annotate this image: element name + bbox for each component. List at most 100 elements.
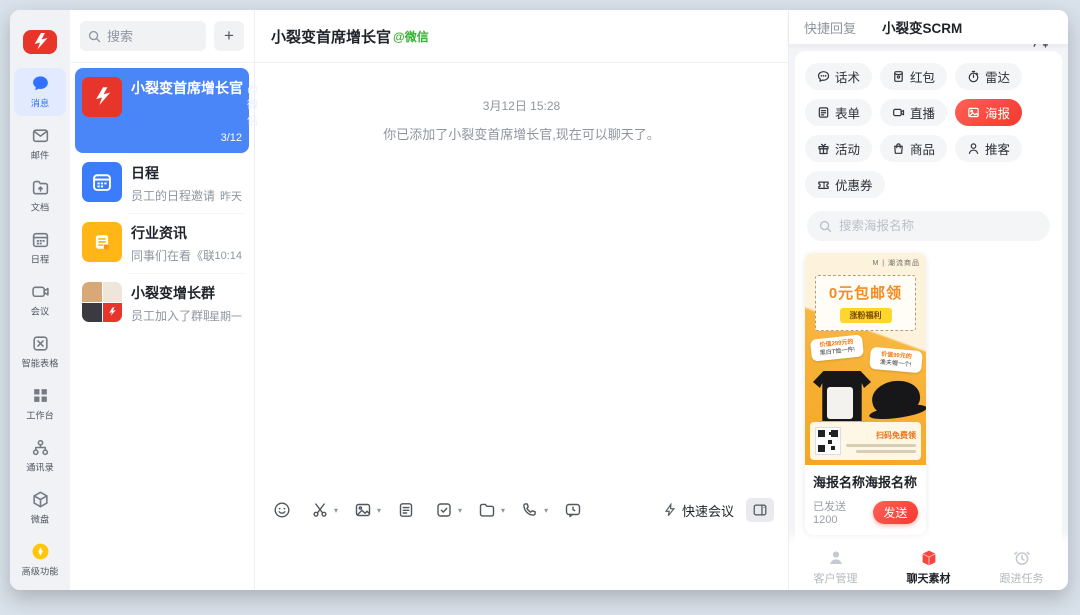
avatar (82, 77, 122, 117)
tool-coupon[interactable]: 优惠券 (805, 171, 885, 198)
tool-form[interactable]: 表单 (805, 99, 872, 126)
qr-code (815, 427, 841, 455)
poster-brand: M | 潮流商品 (872, 258, 920, 268)
sidebar-item-messages[interactable]: 消息 (14, 68, 66, 116)
sidebar-item-calendar[interactable]: 日程 (14, 224, 66, 272)
chat-time: 10:14 (214, 250, 242, 262)
poster-image-icon (967, 106, 980, 119)
new-chat-button[interactable]: + (214, 21, 244, 51)
sidebar-item-label: 消息 (31, 96, 49, 110)
drive-icon (30, 489, 50, 509)
chat-time: 星期一 (209, 308, 242, 324)
tab-quick-reply[interactable]: 快捷回复 (804, 18, 856, 37)
chat-list-item[interactable]: 小裂变首席增长官 @微信 3/12 (75, 68, 249, 153)
scrm-tab-bar: 快捷回复 小裂变SCRM (789, 10, 1068, 44)
sidebar-item-label: 会议 (31, 304, 49, 318)
poster-bubble: 价值99元的渔夫帽一个! (869, 347, 923, 374)
sidebar-item-contacts[interactable]: 通讯录 (14, 432, 66, 480)
sidebar-item-docs[interactable]: 文档 (14, 172, 66, 220)
poster-card[interactable]: M | 潮流商品 0元包邮领 涨粉福利 价值299元的黑白T恤一件! 价值99元… (805, 253, 926, 535)
sidebar-item-label: 日程 (31, 252, 49, 266)
docs-folder-icon (30, 177, 50, 197)
person-icon (967, 142, 980, 155)
scrm-content: 话术 红包 雷达 表单 直播 海报 (789, 44, 1068, 590)
image-button[interactable] (350, 497, 376, 523)
chat-list: 小裂变首席增长官 @微信 3/12 日程 员工的日程邀请 (70, 63, 254, 338)
poster-head-button: 涨粉福利 (840, 308, 892, 323)
folder-button[interactable] (474, 497, 500, 523)
form-icon (817, 106, 830, 119)
chat-time: 3/12 (221, 132, 242, 144)
scrm-bottom-tab-bar: 客户管理 聊天素材 跟进任务 (789, 544, 1068, 590)
grid-icon (30, 385, 50, 405)
call-button[interactable] (517, 497, 543, 523)
tool-goods[interactable]: 商品 (880, 135, 947, 162)
search-box[interactable] (80, 21, 206, 51)
poster-search-input[interactable] (839, 219, 1038, 233)
doc-button[interactable] (393, 497, 419, 523)
image-caret[interactable]: ▾ (377, 506, 381, 515)
org-chart-icon (30, 437, 50, 457)
tool-red-packet[interactable]: 红包 (880, 63, 947, 90)
chat-title: 小裂变首席增长官 (131, 78, 243, 98)
message-timestamp: 3月12日 15:28 (483, 97, 560, 114)
task-caret[interactable]: ▾ (458, 506, 462, 515)
chat-subtitle: 员工的日程邀请 (131, 187, 215, 204)
customer-person-icon (827, 549, 845, 567)
send-button[interactable]: 发送 (873, 501, 918, 524)
tab-scrm[interactable]: 小裂变SCRM (882, 17, 962, 37)
bottom-tab-customers[interactable]: 客户管理 (801, 549, 871, 586)
tool-live[interactable]: 直播 (880, 99, 947, 126)
lightning-avatar-icon (89, 84, 115, 110)
sidebar-item-stats[interactable] (14, 588, 66, 590)
poster-search-box[interactable] (807, 211, 1050, 241)
radar-icon (967, 70, 980, 83)
chat-title: 小裂变增长群 (131, 283, 215, 303)
sidebar-item-drive[interactable]: 微盘 (14, 484, 66, 532)
sidebar-item-meetings[interactable]: 会议 (14, 276, 66, 324)
quick-meeting-label: 快速会议 (682, 501, 734, 520)
quick-meeting-button[interactable]: 快速会议 (663, 501, 734, 520)
call-caret[interactable]: ▾ (544, 506, 548, 515)
search-icon (819, 220, 832, 233)
sidebar-item-smart-sheet[interactable]: 智能表格 (14, 328, 66, 376)
sidebar-item-advanced[interactable]: 高级功能 (14, 536, 66, 584)
side-panel-toggle-button[interactable] (746, 498, 774, 522)
tool-activity[interactable]: 活动 (805, 135, 872, 162)
sidebar-item-label: 智能表格 (22, 356, 59, 370)
poster-name: 海报名称海报名称 (813, 472, 918, 491)
avatar (82, 162, 122, 202)
emoji-button[interactable] (269, 497, 295, 523)
wechat-channel-tag: @微信 (393, 28, 429, 45)
tool-radar[interactable]: 雷达 (955, 63, 1022, 90)
scheduled-message-button[interactable] (560, 497, 586, 523)
gift-icon (817, 142, 830, 155)
task-button[interactable] (431, 497, 457, 523)
chat-list-header: + (70, 10, 254, 63)
tool-pill-grid: 话术 红包 雷达 表单 直播 海报 (805, 63, 1052, 198)
mail-icon (30, 125, 50, 145)
bottom-tab-chat-materials[interactable]: 聊天素材 (894, 549, 964, 586)
news-avatar-icon (91, 231, 113, 253)
cube-icon (920, 549, 938, 567)
tool-poster[interactable]: 海报 (955, 99, 1022, 126)
screenshot-button[interactable] (307, 497, 333, 523)
tool-promoter[interactable]: 推客 (955, 135, 1022, 162)
chat-list-item[interactable]: 行业资讯 同事们在看《联想来... 10:14 (75, 213, 249, 273)
tool-scripts[interactable]: 话术 (805, 63, 872, 90)
app-logo[interactable] (23, 30, 57, 54)
search-input[interactable] (107, 29, 187, 44)
message-input[interactable] (255, 528, 788, 590)
folder-caret[interactable]: ▾ (501, 506, 505, 515)
screenshot-caret[interactable]: ▾ (334, 506, 338, 515)
chat-subtitle: 同事们在看《联想来... (131, 247, 214, 264)
bottom-tab-follow-up[interactable]: 跟进任务 (987, 549, 1057, 586)
lightning-logo-icon (28, 30, 52, 54)
sidebar-item-workbench[interactable]: 工作台 (14, 380, 66, 428)
chat-list-item[interactable]: 小裂变增长群 员工加入了群聊 星期一 (75, 273, 249, 333)
wechat-tag: @微信 (247, 84, 258, 128)
smart-table-icon (30, 333, 50, 353)
sidebar-item-mail[interactable]: 邮件 (14, 120, 66, 168)
chat-title: 行业资讯 (131, 223, 187, 243)
chat-list-item[interactable]: 日程 员工的日程邀请 昨天 (75, 153, 249, 213)
